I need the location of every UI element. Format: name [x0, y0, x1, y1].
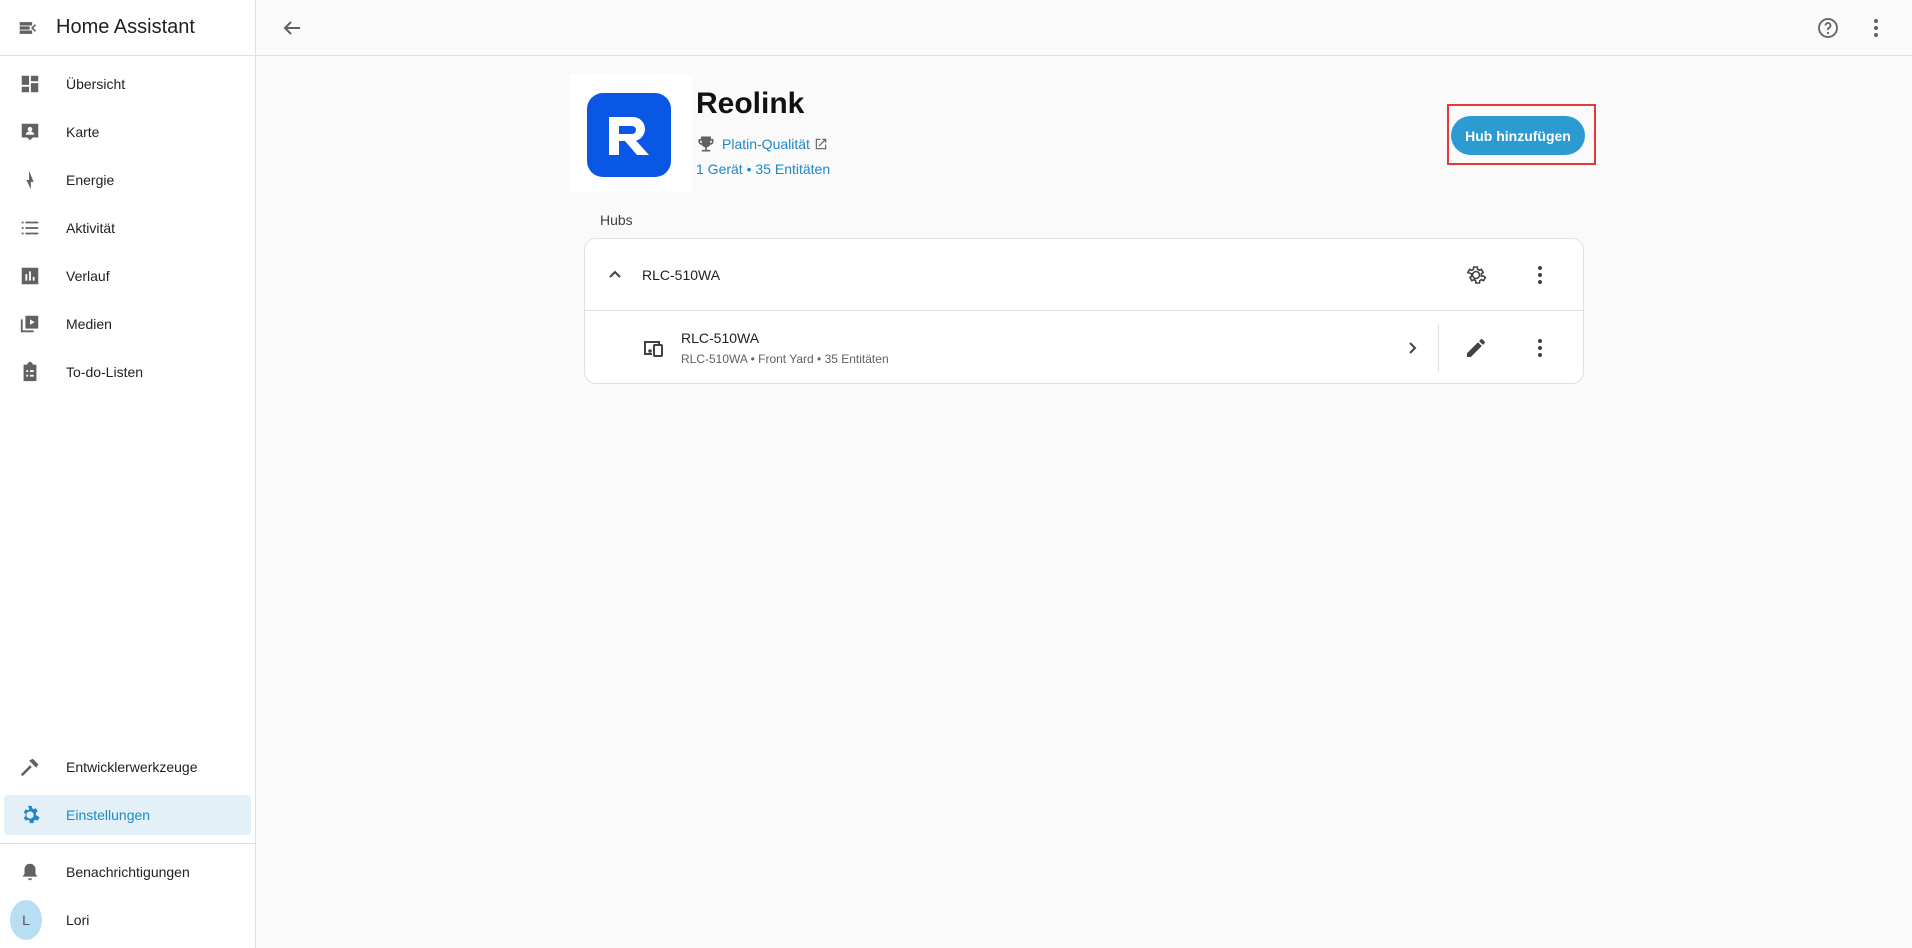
- sidebar-item-label: Medien: [66, 316, 112, 332]
- sidebar-item-profile[interactable]: L Lori: [4, 900, 251, 940]
- device-row[interactable]: RLC-510WA RLC-510WA • Front Yard • 35 En…: [585, 312, 1583, 384]
- device-more-vert-icon[interactable]: [1528, 336, 1552, 360]
- chevron-right-icon[interactable]: [1400, 336, 1424, 360]
- reolink-logo: [587, 93, 671, 177]
- sidebar-divider: [0, 843, 255, 844]
- chevron-up-icon[interactable]: [603, 263, 627, 287]
- map-icon: [18, 120, 42, 144]
- quality-link[interactable]: Platin-Qualität: [722, 136, 810, 152]
- sidebar-item-notifications[interactable]: Benachrichtigungen: [4, 852, 251, 892]
- add-hub-button[interactable]: Hub hinzufügen: [1451, 116, 1585, 155]
- sidebar-item-settings[interactable]: Einstellungen: [4, 795, 251, 835]
- sidebar-item-label: Entwicklerwerkzeuge: [66, 759, 198, 775]
- devices-icon: [641, 336, 665, 360]
- sidebar-item-label: Benachrichtigungen: [66, 864, 190, 880]
- hub-entry-name: RLC-510WA: [642, 267, 721, 283]
- sidebar-nav: Übersicht Karte Energie Aktivität Verlau…: [0, 56, 255, 392]
- hammer-icon: [18, 755, 42, 779]
- lightning-icon: [18, 168, 42, 192]
- sidebar-item-label: Verlauf: [66, 268, 110, 284]
- top-app-bar: [256, 0, 1912, 56]
- sidebar-item-todo[interactable]: To-do-Listen: [4, 352, 251, 392]
- sidebar-bottom: Entwicklerwerkzeuge Einstellungen Benach…: [0, 743, 255, 948]
- sidebar-item-label: Einstellungen: [66, 807, 151, 823]
- back-arrow-icon[interactable]: [280, 16, 304, 40]
- sidebar-item-activity[interactable]: Aktivität: [4, 208, 251, 248]
- sidebar-item-label: Karte: [66, 124, 100, 140]
- avatar: L: [10, 900, 42, 940]
- pencil-icon[interactable]: [1464, 336, 1488, 360]
- sidebar-item-label: Übersicht: [66, 76, 126, 92]
- entities-link[interactable]: 35 Entitäten: [755, 161, 830, 177]
- sidebar-item-developer-tools[interactable]: Entwicklerwerkzeuge: [4, 747, 251, 787]
- sidebar-item-label: Lori: [66, 912, 90, 928]
- sidebar-header: Home Assistant: [0, 0, 255, 56]
- hub-entry-row: RLC-510WA: [585, 239, 1583, 311]
- devices-link[interactable]: 1 Gerät: [696, 161, 743, 177]
- clipboard-icon: [18, 360, 42, 384]
- integration-title: Reolink: [696, 87, 805, 120]
- chart-icon: [18, 264, 42, 288]
- bell-icon: [18, 860, 42, 884]
- hubs-section-label: Hubs: [600, 212, 633, 228]
- device-name: RLC-510WA: [681, 330, 760, 346]
- gear-icon: [18, 803, 42, 827]
- integration-page: Reolink Platin-Qualität 1 Gerät • 35 Ent…: [256, 57, 1912, 948]
- menu-toggle-icon[interactable]: [16, 16, 40, 40]
- sidebar-item-label: Energie: [66, 172, 115, 188]
- dashboard-icon: [18, 72, 42, 96]
- sidebar-item-energy[interactable]: Energie: [4, 160, 251, 200]
- media-icon: [18, 312, 42, 336]
- hub-more-vert-icon[interactable]: [1528, 263, 1552, 287]
- sidebar-item-history[interactable]: Verlauf: [4, 256, 251, 296]
- counts-separator: •: [742, 161, 756, 177]
- sidebar-item-label: Aktivität: [66, 220, 116, 236]
- device-entity-counts: 1 Gerät • 35 Entitäten: [696, 161, 830, 177]
- more-vert-icon[interactable]: [1864, 16, 1888, 40]
- quality-scale: Platin-Qualität: [696, 134, 828, 154]
- device-subtitle: RLC-510WA • Front Yard • 35 Entitäten: [681, 352, 889, 366]
- sidebar-item-overview[interactable]: Übersicht: [4, 64, 251, 104]
- avatar-wrapper: L: [10, 900, 42, 940]
- app-title: Home Assistant: [56, 16, 195, 38]
- external-link-icon[interactable]: [814, 137, 828, 151]
- hub-card: RLC-510WA RLC-510WA RLC-510WA • Front Ya…: [584, 238, 1584, 384]
- sidebar-item-label: To-do-Listen: [66, 364, 144, 380]
- sidebar-item-map[interactable]: Karte: [4, 112, 251, 152]
- sidebar: Home Assistant Übersicht Karte Energie A…: [0, 0, 256, 948]
- configure-gear-icon[interactable]: [1464, 263, 1488, 287]
- sidebar-item-media[interactable]: Medien: [4, 304, 251, 344]
- list-icon: [18, 216, 42, 240]
- divider: [1438, 324, 1439, 372]
- trophy-icon: [696, 134, 716, 154]
- help-icon[interactable]: [1816, 16, 1840, 40]
